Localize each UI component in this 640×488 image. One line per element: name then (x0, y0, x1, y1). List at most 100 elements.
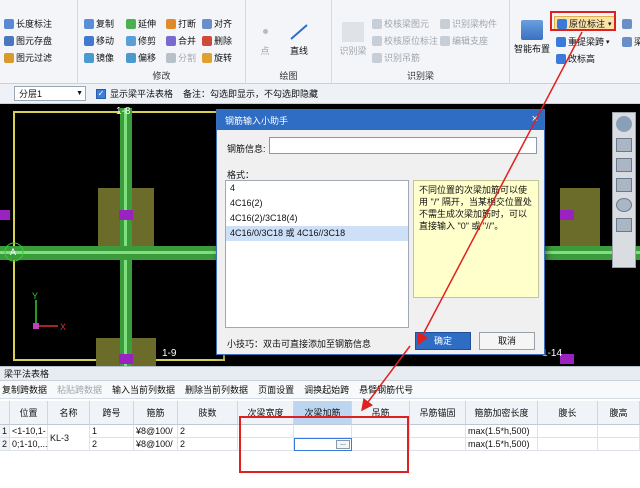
ok-button[interactable]: 确定 (415, 332, 471, 350)
table-cell-stirrup[interactable]: ¥8@100/ (134, 425, 178, 438)
column-header[interactable]: 腹长 (538, 401, 598, 425)
copy-span-data-button[interactable]: 复制跨数据 (2, 383, 47, 396)
view-top-icon[interactable] (616, 158, 632, 172)
rebar-info-input[interactable] (269, 137, 537, 154)
table-cell-name[interactable]: KL-3 (48, 425, 90, 451)
row-index[interactable]: 2 (0, 438, 10, 451)
beam-icon (622, 18, 632, 29)
identify-beam-button[interactable]: 识别梁 (336, 22, 370, 57)
save-element-button[interactable]: 图元存盘 (4, 33, 52, 48)
chevron-down-icon: ▼ (76, 90, 83, 97)
check-orig-mark-button[interactable]: 校核原位标注 (372, 33, 438, 48)
offset-button[interactable]: 偏移 (126, 50, 156, 65)
edit-support-button[interactable]: 编辑支座 (440, 33, 488, 48)
page-setup-button[interactable]: 页面设置 (258, 383, 294, 396)
split-icon (166, 52, 176, 63)
column-header[interactable]: 肢数 (178, 401, 238, 425)
dialog-title: 钢筋输入小助手 (225, 115, 289, 126)
identify-hanger-button[interactable]: 识别吊筋 (372, 50, 420, 65)
column-header[interactable]: 箍筋 (134, 401, 178, 425)
view-cube-icon[interactable] (616, 178, 632, 192)
show-table-checkbox[interactable]: ✓ (96, 88, 106, 99)
marker (560, 354, 574, 364)
hint-box: 不同位置的次梁加筋可以使用 "/" 隔开，当某相交位置处不需生成次梁加筋时，可以… (413, 180, 539, 298)
format-item[interactable]: 4 (226, 181, 408, 196)
paste-span-data-button[interactable]: 粘贴跨数据 (57, 383, 102, 396)
table-cell-dense-length[interactable]: max(1.5*h,500) (466, 425, 538, 438)
table-cell-span[interactable]: 1 (90, 425, 134, 438)
axis-label-a: A (10, 247, 17, 257)
check-beam-button[interactable]: 校核梁图元 (372, 16, 429, 31)
extend-icon (126, 18, 136, 29)
break-button[interactable]: 打断 (166, 16, 196, 31)
merge-icon (166, 35, 176, 46)
trim-button[interactable]: 修剪 (126, 33, 156, 48)
modify-group-label: 修改 (152, 71, 171, 81)
table-cell-web-height[interactable] (598, 438, 640, 451)
close-icon[interactable]: × (532, 113, 538, 125)
table-cell-legs[interactable]: 2 (178, 438, 238, 451)
marker (119, 354, 133, 364)
smart-layout-button[interactable]: 智能布置 (512, 20, 552, 55)
move-button[interactable]: 移动 (84, 33, 114, 48)
extend-button[interactable]: 延伸 (126, 16, 156, 31)
point-button[interactable]: 点 (252, 22, 278, 57)
view-3d-icon[interactable] (616, 138, 632, 152)
highlight-table-columns (239, 416, 409, 473)
swap-start-span-button[interactable]: 调换起始跨 (304, 383, 349, 396)
table-cell-stirrup[interactable]: ¥8@100/ (134, 438, 178, 451)
delete-column-data-button[interactable]: 删除当前列数据 (185, 383, 248, 396)
row-index[interactable]: 1 (0, 425, 10, 438)
table-cell-web-length[interactable] (538, 438, 598, 451)
column-header[interactable]: 箍筋加密长度 (466, 401, 538, 425)
note-text: 备注：勾选即显示，不勾选即隐藏 (183, 89, 319, 99)
table-cell-position[interactable]: 0;1-10,... (10, 438, 48, 451)
cancel-button[interactable]: 取消 (479, 332, 535, 350)
format-item-selected[interactable]: 4C16/0/3C18 或 4C16//3C18 (226, 226, 408, 241)
table-cell-anchor[interactable] (410, 438, 466, 451)
identify-component-button[interactable]: 识别梁构件 (440, 16, 497, 31)
beam-button-2[interactable]: 梁 (622, 34, 640, 49)
input-column-data-button[interactable]: 输入当前列数据 (112, 383, 175, 396)
column-header[interactable]: 名称 (48, 401, 90, 425)
table-cell-span[interactable]: 2 (90, 438, 134, 451)
ucs-origin (33, 323, 39, 329)
ribbon-group-draw: 点 直线 绘图 (246, 0, 332, 84)
length-dim-button[interactable]: 长度标注 (4, 16, 52, 31)
mirror-button[interactable]: 镜像 (84, 50, 114, 65)
filter-element-button[interactable]: 图元过滤 (4, 50, 52, 65)
column-header[interactable]: 吊筋锚固 (410, 401, 466, 425)
orbit-icon[interactable] (616, 116, 632, 132)
table-cell-position[interactable]: <1-10,1- (10, 425, 48, 438)
format-list: 4 4C16(2) 4C16(2)/3C18(4) 4C16/0/3C18 或 … (225, 180, 409, 328)
align-button[interactable]: 对齐 (202, 16, 232, 31)
copy-button[interactable]: 复制 (84, 16, 114, 31)
redo-span-button[interactable]: 重提梁跨 ▾ (556, 34, 610, 49)
table-cell-web-height[interactable] (598, 425, 640, 438)
column-header[interactable]: 跨号 (90, 401, 134, 425)
format-item[interactable]: 4C16(2) (226, 196, 408, 211)
table-cell-dense-length[interactable]: max(1.5*h,500) (466, 438, 538, 451)
support-icon (440, 35, 450, 46)
filter-icon (4, 52, 14, 63)
column-header[interactable]: 腹高 (598, 401, 640, 425)
grid-view-icon[interactable] (616, 218, 632, 232)
dialog-titlebar[interactable]: 钢筋输入小助手 × (217, 110, 544, 130)
table-cell-web-length[interactable] (538, 425, 598, 438)
table-cell-anchor[interactable] (410, 425, 466, 438)
delete-icon (202, 35, 212, 46)
floor-select[interactable]: 分层1 ▼ (14, 86, 86, 101)
line-button[interactable]: 直线 (284, 22, 314, 57)
rotate-button[interactable]: 旋转 (202, 50, 232, 65)
cantilever-code-button[interactable]: 悬臂钢筋代号 (359, 383, 413, 396)
split-button[interactable]: 分割 (166, 50, 196, 65)
beam-button-1[interactable] (622, 16, 634, 31)
change-elevation-button[interactable]: 改标高 (556, 51, 595, 66)
rotate-view-icon[interactable] (616, 198, 632, 212)
delete-button[interactable]: 删除 (202, 33, 232, 48)
merge-button[interactable]: 合并 (166, 33, 196, 48)
format-item[interactable]: 4C16(2)/3C18(4) (226, 211, 408, 226)
column-header[interactable]: 位置 (10, 401, 48, 425)
check-icon (372, 35, 382, 46)
table-cell-legs[interactable]: 2 (178, 425, 238, 438)
